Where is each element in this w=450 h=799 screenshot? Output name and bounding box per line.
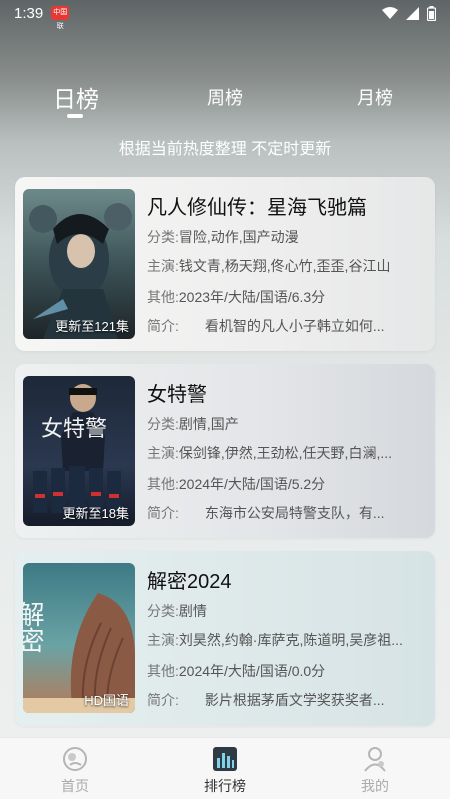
- genre-row: 分类:剧情,国产: [147, 416, 239, 432]
- poster-image: 更新至121集: [23, 189, 135, 339]
- poster-image: 女特警 更新至18集: [23, 376, 135, 526]
- ranking-card[interactable]: 解密 HD国语 解密2024 分类:剧情 主演:刘昊然,约翰·库萨克,陈道明,吴…: [15, 551, 435, 726]
- episode-badge: 更新至18集: [62, 506, 129, 521]
- signal-icon: [406, 6, 419, 20]
- other-row: 其他:2024年/大陆/国语/0.0分: [147, 663, 326, 679]
- card-title: 解密2024: [147, 571, 232, 593]
- ranking-card[interactable]: 更新至121集 凡人修仙传：星海飞驰篇 分类:冒险,动作,国产动漫 主演:钱文青…: [15, 177, 435, 351]
- genre-row: 分类:剧情: [147, 603, 207, 619]
- other-row: 其他:2023年/大陆/国语/6.3分: [147, 289, 326, 305]
- intro-row: 简介: 东海市公安局特警支队，有...: [147, 505, 385, 521]
- cast-row: 主演:保剑锋,伊然,王劲松,任天野,白澜,...: [147, 445, 393, 461]
- cast-row: 主演:钱文青,杨天翔,佟心竹,歪歪,谷江山: [147, 258, 391, 274]
- intro-row: 简介: 影片根据茅盾文学奖获奖者...: [147, 692, 385, 708]
- ranking-card[interactable]: 女特警 更新至18集 女特警 分类:剧情,国产 主演:保剑锋,伊然,王劲松,任天…: [15, 364, 435, 538]
- app-notification-icon: 中国联: [51, 6, 70, 30]
- genre-row: 分类:冒险,动作,国产动漫: [147, 229, 299, 245]
- active-tab-indicator: [67, 114, 83, 118]
- status-bar: 1:39 中国联: [0, 0, 450, 30]
- nav-ranking-label: 排行榜: [204, 778, 246, 794]
- quality-badge: HD国语: [84, 693, 129, 708]
- nav-mine-label: 我的: [361, 778, 389, 794]
- ranking-subtitle: 根据当前热度整理 不定时更新: [118, 141, 332, 158]
- home-icon: [63, 747, 87, 771]
- battery-icon: [427, 5, 436, 21]
- poster-title-text: 解密: [23, 601, 44, 653]
- nav-mine[interactable]: 我的: [330, 746, 420, 796]
- episode-badge: 更新至121集: [55, 319, 129, 334]
- card-title: 女特警: [147, 384, 207, 406]
- poster-title-text: 女特警: [41, 417, 107, 442]
- cast-row: 主演:刘昊然,约翰·库萨克,陈道明,吴彦祖...: [147, 632, 403, 648]
- rank-icon: [213, 747, 237, 771]
- tab-monthly[interactable]: 月榜: [357, 84, 393, 110]
- profile-icon: [364, 747, 386, 772]
- poster-image: 解密 HD国语: [23, 563, 135, 713]
- nav-home-label: 首页: [61, 778, 89, 794]
- card-title: 凡人修仙传：星海飞驰篇: [147, 197, 367, 219]
- nav-home[interactable]: 首页: [30, 746, 120, 796]
- wifi-icon: [382, 7, 398, 19]
- bottom-nav: 首页 排行榜 我的: [0, 737, 450, 799]
- intro-row: 简介: 看机智的凡人小子韩立如何...: [147, 318, 385, 334]
- tab-daily[interactable]: 日榜: [53, 80, 99, 114]
- status-icons: [382, 5, 436, 21]
- status-time: 1:39: [14, 4, 44, 22]
- other-row: 其他:2024年/大陆/国语/5.2分: [147, 476, 326, 492]
- nav-ranking[interactable]: 排行榜: [180, 746, 270, 796]
- tab-weekly[interactable]: 周榜: [207, 84, 243, 110]
- ranking-tabs: 日榜 周榜 月榜: [0, 78, 450, 118]
